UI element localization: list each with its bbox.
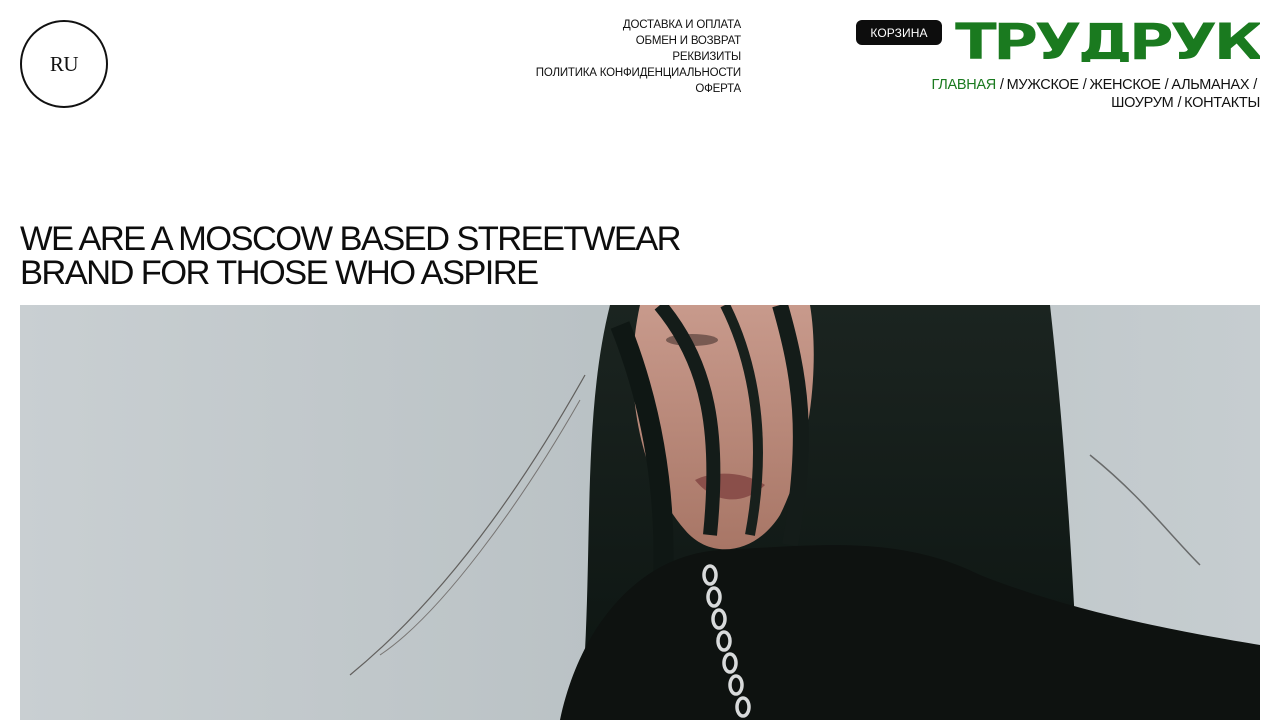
main-nav-row-1: ГЛАВНАЯ / МУЖСКОЕ / ЖЕНСКОЕ / АЛЬМАНАХ / xyxy=(900,76,1260,94)
nav-separator: / xyxy=(1164,77,1169,93)
hero-tagline-line-2: BRAND FOR THOSE WHO ASPIRE xyxy=(20,254,539,292)
hero-photo-model xyxy=(20,305,1260,720)
language-toggle[interactable]: RU xyxy=(20,20,108,108)
link-delivery-payment[interactable]: ДОСТАВКА И ОПЛАТА xyxy=(536,17,741,33)
nav-separator: / xyxy=(1253,77,1257,93)
nav-item-contacts[interactable]: КОНТАКТЫ xyxy=(1184,95,1260,111)
link-requisites[interactable]: РЕКВИЗИТЫ xyxy=(536,49,741,65)
link-offer[interactable]: ОФЕРТА xyxy=(536,81,741,97)
info-links: ДОСТАВКА И ОПЛАТА ОБМЕН И ВОЗВРАТ РЕКВИЗ… xyxy=(536,17,741,97)
hero-tagline: WE ARE A MOSCOW BASED STREETWEAR BRAND F… xyxy=(20,220,682,292)
link-exchange-return[interactable]: ОБМЕН И ВОЗВРАТ xyxy=(536,33,741,49)
link-privacy-policy[interactable]: ПОЛИТИКА КОНФИДЕНЦИАЛЬНОСТИ xyxy=(536,65,741,81)
nav-separator: / xyxy=(1082,77,1087,93)
nav-item-home[interactable]: ГЛАВНАЯ xyxy=(932,77,997,93)
main-nav-row-2: ШОУРУМ / КОНТАКТЫ xyxy=(900,94,1260,112)
nav-item-women[interactable]: ЖЕНСКОЕ xyxy=(1090,77,1161,93)
brand-logo-text: ТРУДРУК xyxy=(955,18,1260,62)
nav-item-almanac[interactable]: АЛЬМАНАХ xyxy=(1171,77,1249,93)
brand-logo-wordmark: ТРУДРУК xyxy=(955,13,1267,71)
nav-item-showroom[interactable]: ШОУРУМ xyxy=(1111,95,1174,111)
brand-logo[interactable]: ТРУДРУК xyxy=(955,13,1267,71)
main-nav: ГЛАВНАЯ / МУЖСКОЕ / ЖЕНСКОЕ / АЛЬМАНАХ / ШОУРУМ… xyxy=(900,76,1261,112)
hero-video[interactable] xyxy=(20,305,1260,720)
hero-tagline-line-1: WE ARE A MOSCOW BASED STREETWEAR xyxy=(20,220,682,258)
cart-button[interactable]: КОРЗИНА xyxy=(856,20,942,45)
nav-separator: / xyxy=(1177,95,1182,111)
nav-separator: / xyxy=(999,77,1004,93)
nav-item-men[interactable]: МУЖСКОЕ xyxy=(1007,77,1079,93)
language-label: RU xyxy=(49,51,79,76)
page: RU ДОСТАВКА И ОПЛАТА ОБМЕН И ВОЗВРАТ РЕК… xyxy=(0,0,1280,720)
